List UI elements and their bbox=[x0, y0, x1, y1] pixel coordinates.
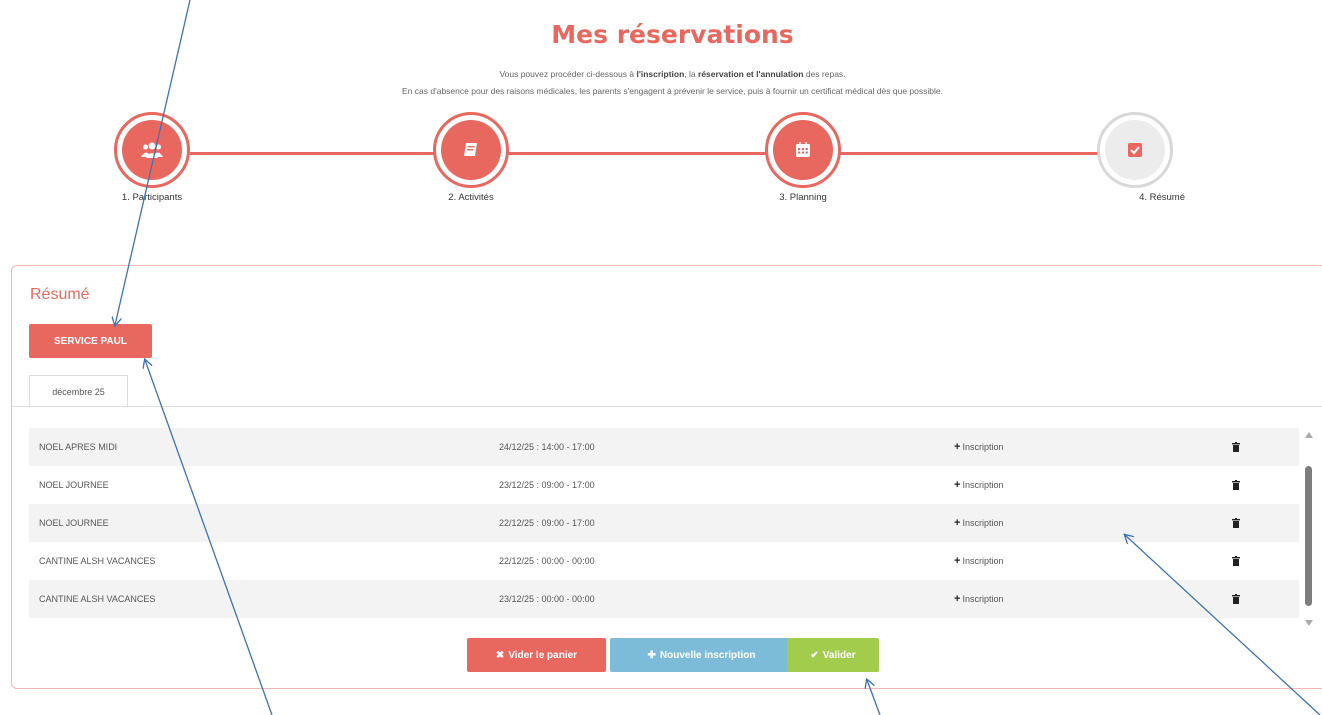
plus-icon: + bbox=[954, 555, 961, 567]
tab-divider bbox=[12, 406, 1322, 407]
trash-icon bbox=[1232, 442, 1240, 452]
empty-cart-label: Vider le panier bbox=[508, 649, 578, 661]
activity-slot: 22/12/25 : 09:00 - 17:00 bbox=[499, 518, 595, 528]
new-registration-button[interactable]: ✚ Nouvelle inscription bbox=[610, 638, 793, 672]
table-row: CANTINE ALSH VACANCES 22/12/25 : 00:00 -… bbox=[29, 542, 1299, 580]
step-planning[interactable]: 3. Planning bbox=[723, 112, 883, 203]
inscription-action[interactable]: + Inscription bbox=[954, 479, 1216, 491]
scroll-down-arrow[interactable] bbox=[1305, 620, 1313, 626]
intro-part: Vous pouvez procéder ci-dessous à bbox=[499, 69, 637, 79]
new-registration-label: Nouvelle inscription bbox=[659, 649, 756, 661]
step-label: 3. Planning bbox=[779, 192, 827, 203]
validate-button[interactable]: ✔ Valider bbox=[787, 638, 879, 672]
intro-text: Vous pouvez procéder ci-dessous à l'insc… bbox=[0, 66, 1322, 100]
inscription-label: Inscription bbox=[962, 480, 1004, 490]
step-label: 1. Participants bbox=[121, 192, 183, 203]
table-row: NOEL JOURNEE 23/12/25 : 09:00 - 17:00 + I… bbox=[29, 466, 1299, 504]
service-button[interactable]: SERVICE PAUL bbox=[29, 324, 152, 358]
delete-button[interactable] bbox=[1216, 518, 1256, 528]
inscription-action[interactable]: + Inscription bbox=[954, 517, 1216, 529]
table-row: NOEL APRES MIDI 24/12/25 : 14:00 - 17:00… bbox=[29, 428, 1299, 466]
book-icon bbox=[464, 143, 477, 156]
tab-month[interactable]: décembre 25 bbox=[29, 375, 128, 407]
step-circle[interactable] bbox=[433, 112, 509, 188]
activity-slot: 22/12/25 : 00:00 - 00:00 bbox=[499, 556, 595, 566]
trash-icon bbox=[1232, 594, 1240, 604]
table-row: CANTINE ALSH VACANCES 23/12/25 : 00:00 -… bbox=[29, 580, 1299, 618]
check-circle-icon: ✔ bbox=[810, 649, 819, 661]
step-circle[interactable] bbox=[765, 112, 841, 188]
inscription-action[interactable]: + Inscription bbox=[954, 441, 1216, 453]
delete-button[interactable] bbox=[1216, 480, 1256, 490]
activity-name: NOEL JOURNEE bbox=[39, 518, 109, 528]
plus-icon: + bbox=[954, 593, 961, 605]
activity-name: CANTINE ALSH VACANCES bbox=[39, 556, 156, 566]
delete-button[interactable] bbox=[1216, 556, 1256, 566]
inscription-action[interactable]: + Inscription bbox=[954, 555, 1216, 567]
trash-icon bbox=[1232, 480, 1240, 490]
empty-cart-button[interactable]: ✖ Vider le panier bbox=[467, 638, 606, 672]
step-activites[interactable]: 2. Activités bbox=[391, 112, 551, 203]
inscription-label: Inscription bbox=[962, 556, 1004, 566]
intro-part: , la bbox=[684, 69, 699, 79]
check-square-icon bbox=[1128, 143, 1142, 157]
inscription-action[interactable]: + Inscription bbox=[954, 593, 1216, 605]
activity-slot: 23/12/25 : 00:00 - 00:00 bbox=[499, 594, 595, 604]
inscription-label: Inscription bbox=[962, 518, 1004, 528]
inscription-label: Inscription bbox=[962, 594, 1004, 604]
step-label: 2. Activités bbox=[448, 192, 494, 203]
intro-bold: réservation et l'annulation bbox=[698, 69, 804, 79]
delete-button[interactable] bbox=[1216, 594, 1256, 604]
intro-line-2: En cas d'absence pour des raisons médica… bbox=[402, 86, 943, 96]
plus-icon: + bbox=[954, 517, 961, 529]
step-circle[interactable] bbox=[114, 112, 190, 188]
trash-icon bbox=[1232, 556, 1240, 566]
table-scrollbar[interactable] bbox=[1303, 428, 1315, 628]
table-row: NOEL JOURNEE 22/12/25 : 09:00 - 17:00 + I… bbox=[29, 504, 1299, 542]
trash-icon bbox=[1232, 518, 1240, 528]
step-label: 4. Résumé bbox=[1139, 192, 1185, 203]
intro-part: des repas. bbox=[803, 69, 846, 79]
plus-icon: ✚ bbox=[647, 649, 656, 661]
activity-name: CANTINE ALSH VACANCES bbox=[39, 594, 156, 604]
summary-title: Résumé bbox=[30, 286, 90, 303]
step-circle[interactable] bbox=[1097, 112, 1173, 188]
users-icon bbox=[141, 142, 163, 158]
reservation-table: NOEL APRES MIDI 24/12/25 : 14:00 - 17:00… bbox=[29, 428, 1299, 618]
activity-slot: 23/12/25 : 09:00 - 17:00 bbox=[499, 480, 595, 490]
delete-button[interactable] bbox=[1216, 442, 1256, 452]
intro-line-1: Vous pouvez procéder ci-dessous à l'insc… bbox=[0, 66, 1322, 83]
validate-label: Valider bbox=[822, 649, 856, 661]
plus-icon: + bbox=[954, 441, 961, 453]
close-icon: ✖ bbox=[495, 649, 505, 661]
summary-panel: Résumé SERVICE PAUL décembre 25 NOEL APR… bbox=[11, 265, 1322, 689]
scroll-thumb[interactable] bbox=[1305, 466, 1312, 606]
page-title: Mes réservations bbox=[551, 20, 794, 49]
intro-bold: l'inscription bbox=[636, 69, 685, 79]
step-participants[interactable]: 1. Participants bbox=[72, 112, 232, 203]
scroll-up-arrow[interactable] bbox=[1305, 432, 1313, 438]
calendar-icon bbox=[796, 142, 810, 157]
step-resume[interactable]: 4. Résumé bbox=[1055, 112, 1215, 203]
activity-name: NOEL APRES MIDI bbox=[39, 442, 118, 452]
activity-name: NOEL JOURNEE bbox=[39, 480, 109, 490]
inscription-label: Inscription bbox=[962, 442, 1004, 452]
plus-icon: + bbox=[954, 479, 961, 491]
action-bar: ✖ Vider le panier ✚ Nouvelle inscription ✔… bbox=[12, 638, 1322, 672]
wizard-stepper: 1. Participants 2. Activités 3. Planning… bbox=[0, 112, 1322, 212]
activity-slot: 24/12/25 : 14:00 - 17:00 bbox=[499, 442, 595, 452]
